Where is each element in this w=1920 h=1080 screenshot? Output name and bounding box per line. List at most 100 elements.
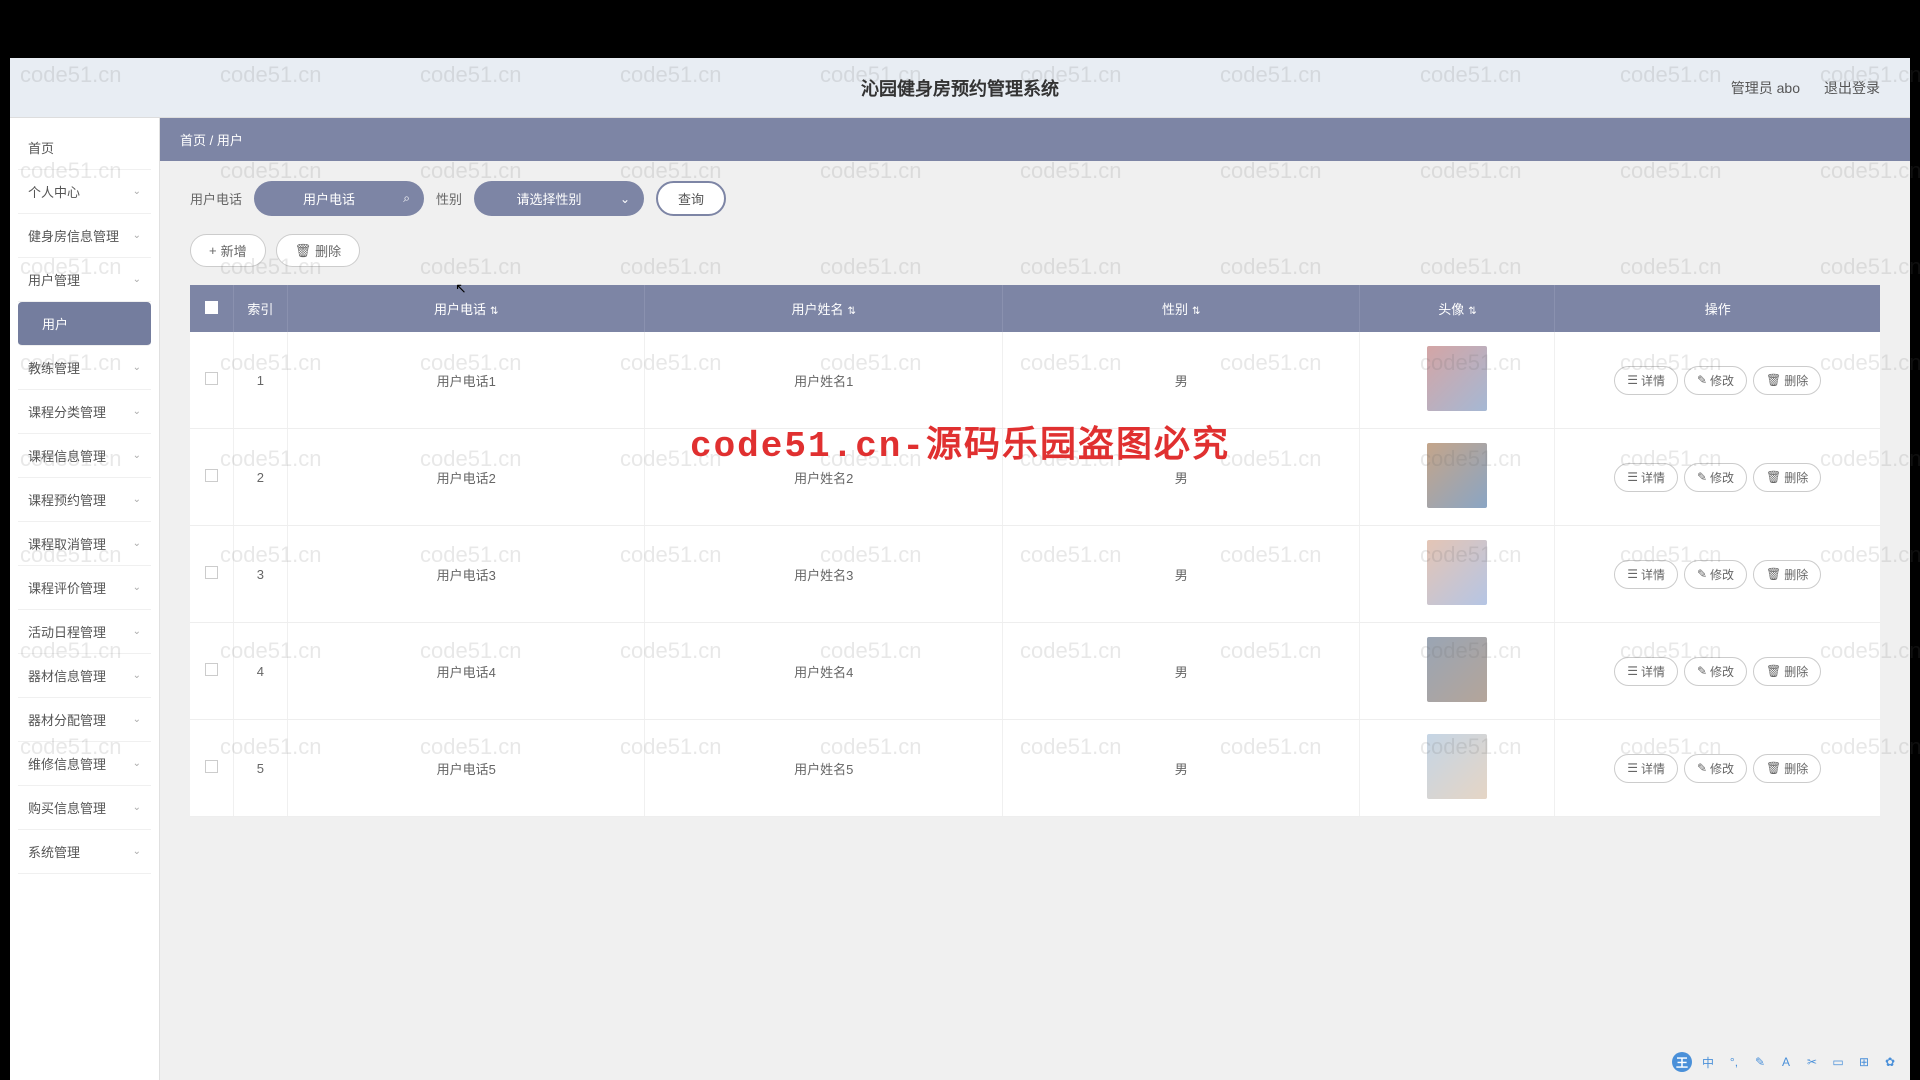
sidebar-item[interactable]: 个人中心⌄ — [18, 170, 151, 214]
logout-link[interactable]: 退出登录 — [1824, 78, 1880, 98]
edit-icon: ✎ — [1697, 373, 1707, 387]
row-checkbox[interactable] — [205, 566, 218, 579]
cell-gender: 男 — [1002, 623, 1360, 720]
sidebar-item-label: 系统管理 — [28, 842, 80, 861]
tool-icon[interactable]: ⊞ — [1854, 1052, 1874, 1072]
row-delete-button[interactable]: 🗑 删除 — [1753, 463, 1821, 492]
sidebar-item[interactable]: 维修信息管理⌄ — [18, 742, 151, 786]
edit-button[interactable]: ✎ 修改 — [1684, 657, 1747, 686]
sidebar-item[interactable]: 课程分类管理⌄ — [18, 390, 151, 434]
avatar[interactable] — [1427, 346, 1487, 411]
add-button[interactable]: + 新增 — [190, 234, 266, 267]
cell-gender: 男 — [1002, 332, 1360, 429]
breadcrumb: 首页 / 用户 — [160, 118, 1910, 161]
delete-button[interactable]: 🗑 删除 — [276, 234, 361, 267]
query-button[interactable]: 查询 — [656, 181, 726, 216]
filter-gender-select[interactable]: 请选择性别 ⌄ — [474, 181, 644, 216]
tool-icon[interactable]: ▭ — [1828, 1052, 1848, 1072]
sidebar-item[interactable]: 课程信息管理⌄ — [18, 434, 151, 478]
pencil-icon[interactable]: ✎ — [1750, 1052, 1770, 1072]
sidebar-item[interactable]: 活动日程管理⌄ — [18, 610, 151, 654]
sidebar-item[interactable]: 健身房信息管理⌄ — [18, 214, 151, 258]
filter-phone-input[interactable]: 用户电话 ⌕ — [254, 181, 424, 216]
scissors-icon[interactable]: ✂ — [1802, 1052, 1822, 1072]
sidebar: 首页 个人中心⌄健身房信息管理⌄用户管理⌄用户教练管理⌄课程分类管理⌄课程信息管… — [10, 118, 160, 1080]
cell-gender: 男 — [1002, 429, 1360, 526]
col-index: 索引 — [233, 285, 287, 332]
sidebar-item[interactable]: 器材分配管理⌄ — [18, 698, 151, 742]
cell-phone: 用户电话1 — [287, 332, 645, 429]
sidebar-item[interactable]: 用户 — [18, 302, 151, 346]
chevron-down-icon: ⌄ — [133, 406, 141, 417]
add-button-label: 新增 — [221, 241, 247, 260]
tool-icon[interactable]: °, — [1724, 1052, 1744, 1072]
chevron-down-icon: ⌄ — [133, 758, 141, 769]
cell-phone: 用户电话5 — [287, 720, 645, 817]
detail-button[interactable]: ☰ 详情 — [1614, 657, 1678, 686]
chevron-down-icon: ⌄ — [133, 494, 141, 505]
admin-label[interactable]: 管理员 abo — [1731, 78, 1800, 98]
row-checkbox[interactable] — [205, 372, 218, 385]
breadcrumb-home[interactable]: 首页 — [180, 133, 206, 148]
cell-actions: ☰ 详情✎ 修改🗑 删除 — [1555, 429, 1880, 526]
select-all-checkbox[interactable] — [205, 301, 218, 314]
avatar[interactable] — [1427, 540, 1487, 605]
row-checkbox[interactable] — [205, 469, 218, 482]
row-delete-button[interactable]: 🗑 删除 — [1753, 754, 1821, 783]
detail-button[interactable]: ☰ 详情 — [1614, 463, 1678, 492]
chevron-down-icon: ⌄ — [133, 626, 141, 637]
sidebar-item-label: 教练管理 — [28, 358, 80, 377]
col-name[interactable]: 用户姓名⇅ — [645, 285, 1003, 332]
cell-index: 5 — [233, 720, 287, 817]
sidebar-item[interactable]: 教练管理⌄ — [18, 346, 151, 390]
sidebar-item[interactable]: 器材信息管理⌄ — [18, 654, 151, 698]
cell-actions: ☰ 详情✎ 修改🗑 删除 — [1555, 332, 1880, 429]
avatar[interactable] — [1427, 734, 1487, 799]
col-avatar[interactable]: 头像⇅ — [1360, 285, 1555, 332]
detail-button[interactable]: ☰ 详情 — [1614, 366, 1678, 395]
sidebar-item-label: 首页 — [28, 138, 54, 157]
row-delete-button[interactable]: 🗑 删除 — [1753, 560, 1821, 589]
edit-button[interactable]: ✎ 修改 — [1684, 366, 1747, 395]
edit-button[interactable]: ✎ 修改 — [1684, 560, 1747, 589]
col-gender[interactable]: 性别⇅ — [1002, 285, 1360, 332]
table-row: 2用户电话2用户姓名2男☰ 详情✎ 修改🗑 删除 — [190, 429, 1880, 526]
table-row: 4用户电话4用户姓名4男☰ 详情✎ 修改🗑 删除 — [190, 623, 1880, 720]
sidebar-item[interactable]: 课程评价管理⌄ — [18, 566, 151, 610]
sidebar-item-label: 购买信息管理 — [28, 798, 106, 817]
sidebar-item-label: 课程预约管理 — [28, 490, 106, 509]
table-row: 5用户电话5用户姓名5男☰ 详情✎ 修改🗑 删除 — [190, 720, 1880, 817]
tool-icon[interactable]: A — [1776, 1052, 1796, 1072]
sidebar-item[interactable]: 用户管理⌄ — [18, 258, 151, 302]
chevron-down-icon: ⌄ — [133, 670, 141, 681]
tool-icon[interactable]: 王 — [1672, 1052, 1692, 1072]
gear-icon[interactable]: ✿ — [1880, 1052, 1900, 1072]
edit-icon: ✎ — [1697, 761, 1707, 775]
cell-phone: 用户电话2 — [287, 429, 645, 526]
sidebar-item[interactable]: 系统管理⌄ — [18, 830, 151, 874]
detail-button[interactable]: ☰ 详情 — [1614, 754, 1678, 783]
sidebar-item[interactable]: 课程预约管理 ⌄ — [18, 478, 151, 522]
filter-gender-placeholder: 请选择性别 — [517, 189, 582, 208]
cell-avatar — [1360, 623, 1555, 720]
edit-button[interactable]: ✎ 修改 — [1684, 463, 1747, 492]
avatar[interactable] — [1427, 443, 1487, 508]
sort-icon: ⇅ — [490, 306, 498, 317]
row-delete-button[interactable]: 🗑 删除 — [1753, 657, 1821, 686]
sidebar-item[interactable]: 课程取消管理⌄ — [18, 522, 151, 566]
chevron-down-icon: ⌄ — [133, 802, 141, 813]
chevron-down-icon: ⌄ — [133, 714, 141, 725]
table-row: 3用户电话3用户姓名3男☰ 详情✎ 修改🗑 删除 — [190, 526, 1880, 623]
avatar[interactable] — [1427, 637, 1487, 702]
edit-button[interactable]: ✎ 修改 — [1684, 754, 1747, 783]
tool-icon[interactable]: 中 — [1698, 1052, 1718, 1072]
row-delete-button[interactable]: 🗑 删除 — [1753, 366, 1821, 395]
trash-icon: 🗑 — [1766, 664, 1781, 678]
edit-icon: ✎ — [1697, 470, 1707, 484]
detail-button[interactable]: ☰ 详情 — [1614, 560, 1678, 589]
sidebar-item[interactable]: 购买信息管理 ⌄ — [18, 786, 151, 830]
sidebar-item-label: 课程取消管理 — [28, 534, 106, 553]
row-checkbox[interactable] — [205, 663, 218, 676]
row-checkbox[interactable] — [205, 760, 218, 773]
sidebar-item-home[interactable]: 首页 — [18, 126, 151, 170]
